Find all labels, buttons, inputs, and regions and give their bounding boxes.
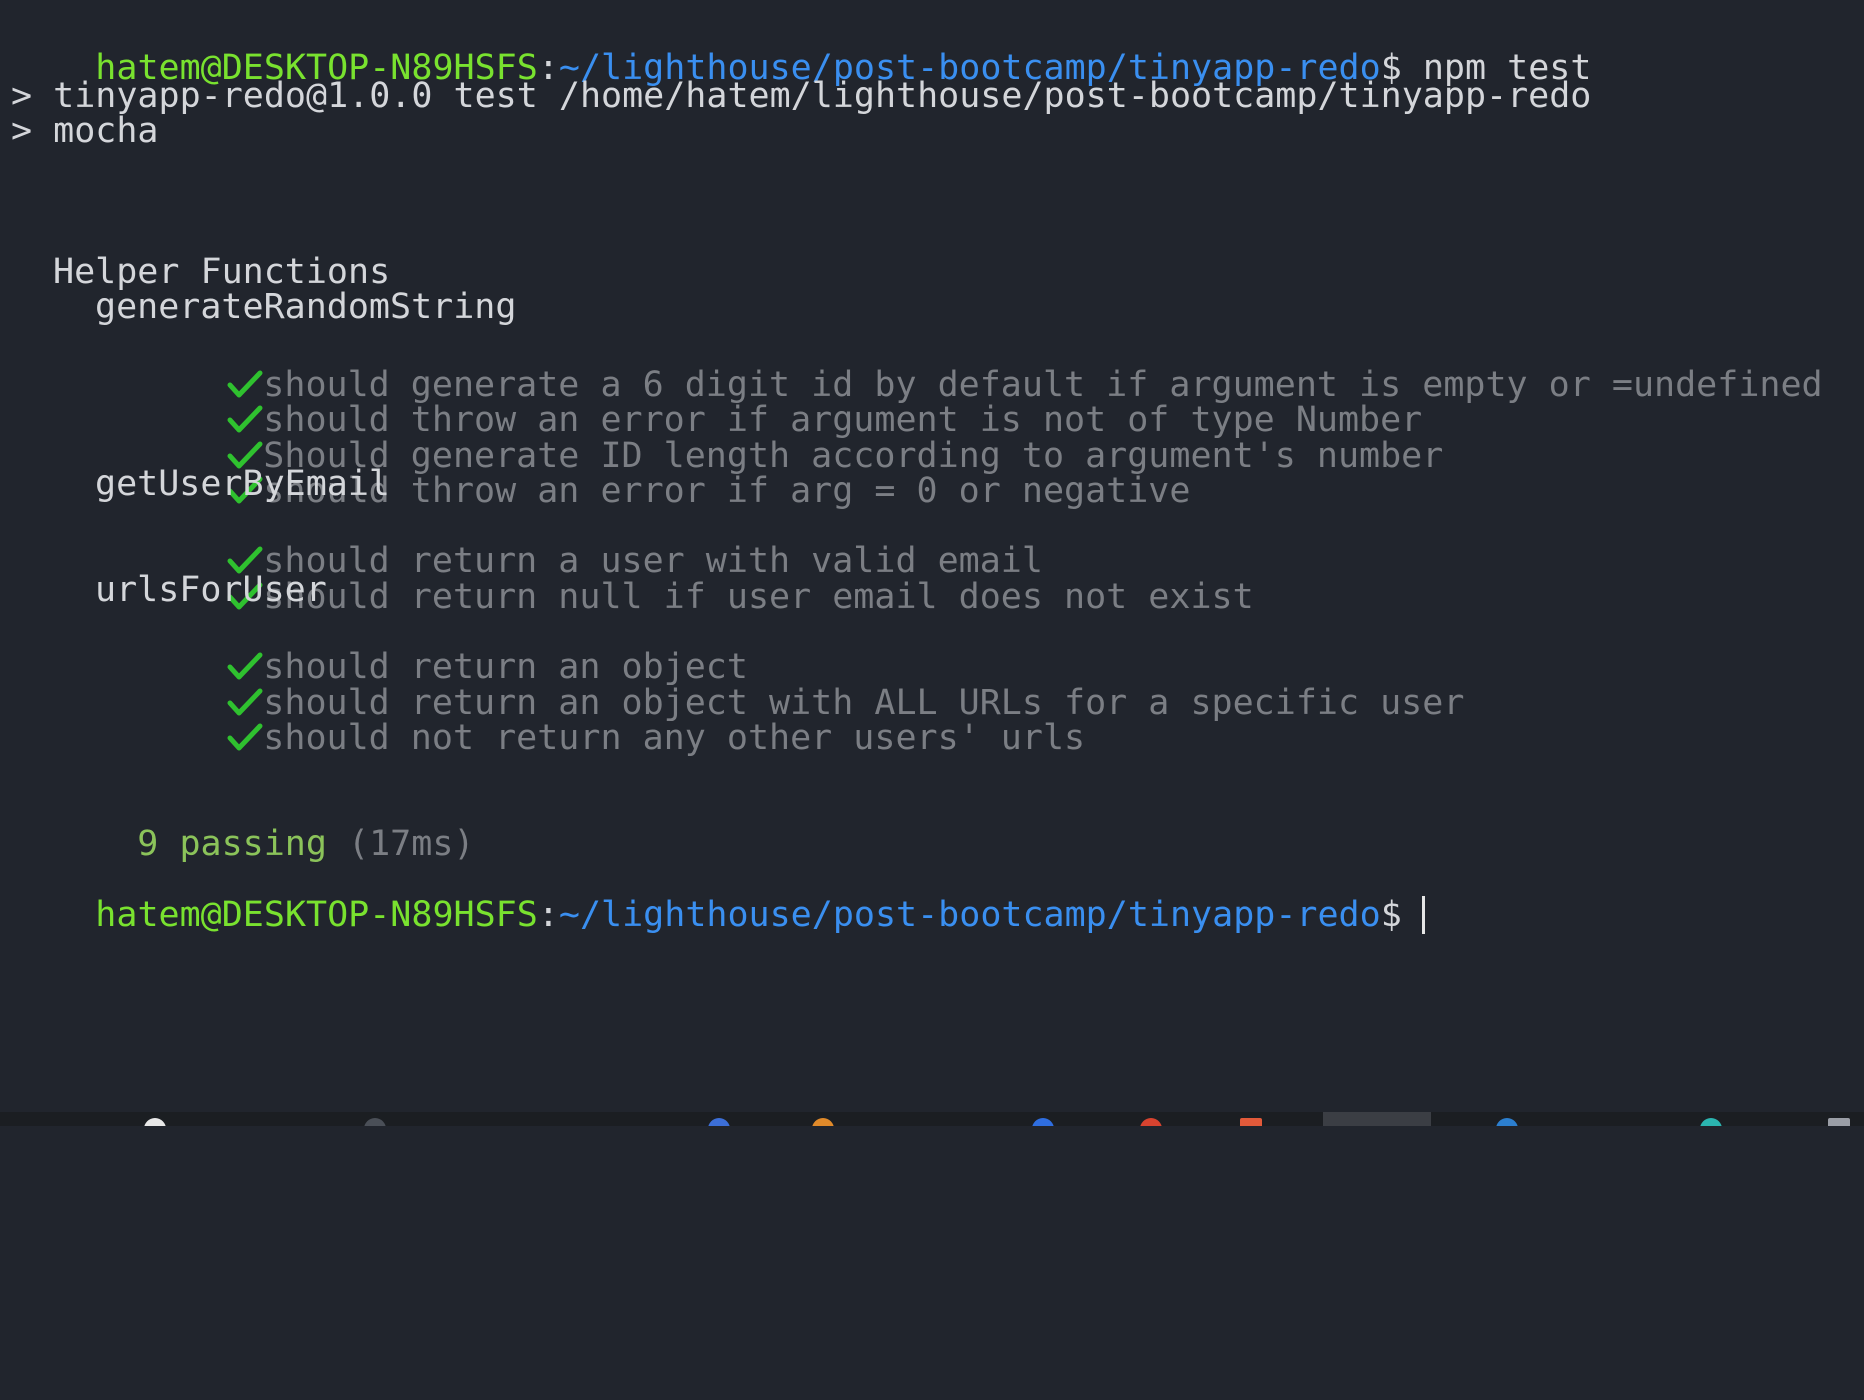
summary-line: 9 passing (17ms) — [53, 781, 474, 864]
taskbar-app-icon[interactable] — [364, 1118, 386, 1126]
taskbar-app-icon[interactable] — [1828, 1118, 1850, 1126]
taskbar-app-icon[interactable] — [1240, 1118, 1262, 1126]
test-title: should not return any other users' urls — [263, 718, 1086, 758]
test-row: should not return any other users' urls — [143, 675, 1085, 758]
prompt-separator: : — [537, 895, 559, 935]
taskbar-app-icon[interactable] — [144, 1118, 166, 1126]
prompt-line-1: hatem@DESKTOP-N89HSFS:~/lighthouse/post-… — [11, 5, 1591, 88]
taskbar-app-icon[interactable] — [1140, 1118, 1162, 1126]
prompt-user-host: hatem@DESKTOP-N89HSFS — [95, 895, 538, 935]
taskbar-app-icon[interactable] — [708, 1118, 730, 1126]
npm-mocha-line: > mocha — [11, 111, 159, 151]
prompt-line-2[interactable]: hatem@DESKTOP-N89HSFS:~/lighthouse/post-… — [11, 852, 1425, 935]
npm-script-line: > tinyapp-redo@1.0.0 test /home/hatem/li… — [11, 76, 1592, 116]
prompt-dollar: $ — [1380, 895, 1402, 935]
taskbar-app-icon[interactable] — [1032, 1118, 1054, 1126]
check-icon — [227, 723, 263, 753]
taskbar-app-icon[interactable] — [1496, 1118, 1518, 1126]
taskbar — [0, 1112, 1864, 1126]
taskbar-app-icon[interactable] — [1700, 1118, 1722, 1126]
taskbar-app-icon[interactable] — [812, 1118, 834, 1126]
terminal-window[interactable]: hatem@DESKTOP-N89HSFS:~/lighthouse/post-… — [0, 0, 1864, 1112]
taskbar-active-app[interactable] — [1323, 1112, 1431, 1126]
text-cursor[interactable] — [1421, 896, 1425, 934]
prompt-path: ~/lighthouse/post-bootcamp/tinyapp-redo — [558, 895, 1381, 935]
